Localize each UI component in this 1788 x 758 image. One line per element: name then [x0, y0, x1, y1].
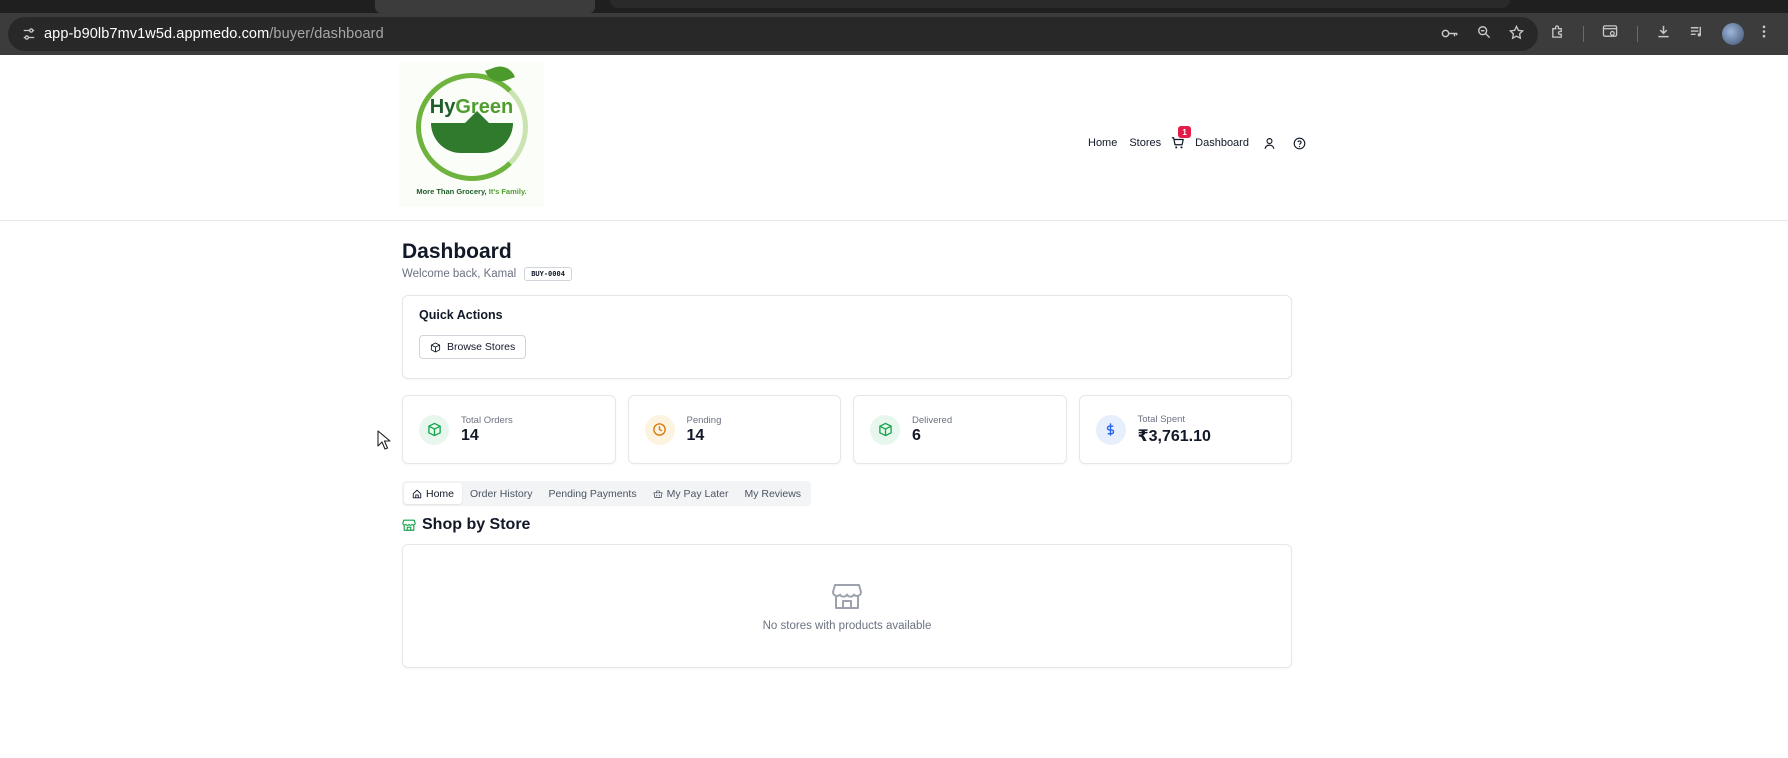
- tab-pending-payments[interactable]: Pending Payments: [540, 483, 644, 504]
- tab-search-icon[interactable]: [1602, 24, 1619, 44]
- stat-total-orders: Total Orders 14: [402, 395, 616, 464]
- tab-home[interactable]: Home: [404, 483, 463, 504]
- browse-stores-button[interactable]: Browse Stores: [419, 335, 527, 359]
- stat-total-spent: Total Spent ₹3,761.10: [1078, 395, 1292, 464]
- nav-stores-link[interactable]: Stores: [1123, 137, 1167, 149]
- tab-label: Order History: [470, 487, 533, 500]
- url-path: /buyer/dashboard: [269, 26, 384, 42]
- hygreen-logo[interactable]: HyGreen More Than Grocery, It's Family.: [399, 62, 544, 207]
- tab-order-history[interactable]: Order History: [462, 483, 540, 504]
- dashboard-tabs: Home Order History Pending Payments My P…: [402, 481, 812, 506]
- toolbar-separator: [1637, 26, 1638, 42]
- logo-tagline: More Than Grocery, It's Family.: [416, 187, 527, 196]
- package-icon: [878, 422, 892, 437]
- browser-tab-strip: [0, 0, 1788, 13]
- stat-value: 14: [461, 426, 479, 444]
- tab-label: Home: [426, 487, 455, 500]
- stat-label: Pending: [686, 414, 722, 426]
- zoom-icon[interactable]: [1477, 25, 1491, 43]
- nav-dashboard-link[interactable]: Dashboard: [1189, 137, 1255, 149]
- address-bar[interactable]: app-b90lb7mv1w5d.appmedo.com/buyer/dashb…: [8, 17, 1538, 51]
- stat-value: 6: [912, 426, 921, 444]
- site-settings-icon[interactable]: [14, 27, 44, 41]
- cart-icon: [1172, 137, 1185, 149]
- browse-stores-label: Browse Stores: [447, 341, 516, 353]
- package-icon: [427, 422, 441, 437]
- stores-empty-state: No stores with products available: [402, 544, 1292, 668]
- stat-icon-circle: [419, 414, 449, 445]
- home-icon: [412, 489, 422, 498]
- tab-my-reviews[interactable]: My Reviews: [736, 483, 809, 504]
- browser-toolbar: app-b90lb7mv1w5d.appmedo.com/buyer/dashb…: [0, 13, 1788, 55]
- help-circle-icon: [1294, 137, 1306, 149]
- stats-row: Total Orders 14 Pending 14 Delivered 6 T…: [402, 395, 1292, 464]
- dashboard-main: Dashboard Welcome back, Kamal BUY-0004 Q…: [402, 240, 1292, 668]
- clock-icon: [653, 423, 666, 436]
- mouse-cursor-icon: [377, 430, 391, 450]
- help-button[interactable]: [1285, 137, 1315, 150]
- store-icon: [832, 584, 862, 609]
- shop-by-store-title: Shop by Store: [422, 516, 531, 533]
- shop-by-store-heading: Shop by Store: [402, 516, 1292, 534]
- stat-icon-circle: [1095, 414, 1126, 445]
- user-icon: [1264, 137, 1275, 149]
- stat-value: ₹3,761.10: [1137, 427, 1211, 445]
- leaf-icon: [484, 62, 515, 86]
- package-icon: [430, 342, 441, 352]
- profile-avatar[interactable]: [1722, 23, 1744, 45]
- stat-label: Total Orders: [461, 414, 513, 426]
- extensions-icon[interactable]: [1550, 24, 1565, 44]
- bookmark-star-icon[interactable]: [1508, 24, 1525, 44]
- url-host: app-b90lb7mv1w5d.appmedo.com: [44, 26, 270, 42]
- cart-count-badge: 1: [1178, 126, 1192, 138]
- url-text[interactable]: app-b90lb7mv1w5d.appmedo.com/buyer/dashb…: [44, 26, 384, 42]
- browser-tab[interactable]: [610, 0, 1510, 8]
- stat-pending: Pending 14: [627, 395, 841, 464]
- site-header: HyGreen More Than Grocery, It's Family. …: [0, 55, 1788, 221]
- stat-label: Total Spent: [1137, 413, 1186, 425]
- dollar-icon: [1106, 423, 1115, 436]
- toolbar-separator: [1583, 26, 1584, 42]
- stat-label: Delivered: [912, 414, 953, 426]
- password-key-icon[interactable]: [1441, 26, 1459, 43]
- empty-state-text: No stores with products available: [762, 620, 932, 632]
- stat-delivered: Delivered 6: [853, 395, 1067, 464]
- tab-my-pay-later[interactable]: My Pay Later: [645, 483, 737, 504]
- page-title: Dashboard: [402, 240, 512, 263]
- quick-actions-card: Quick Actions Browse Stores: [402, 295, 1292, 379]
- tab-label: My Reviews: [744, 487, 802, 500]
- stat-icon-circle: [644, 414, 675, 445]
- account-button[interactable]: [1255, 137, 1285, 150]
- tab-label: My Pay Later: [666, 487, 729, 500]
- logo-ring: HyGreen: [415, 62, 528, 181]
- basket-icon: [653, 489, 663, 498]
- nav-home-link[interactable]: Home: [1082, 137, 1123, 149]
- download-icon[interactable]: [1656, 24, 1671, 44]
- chrome-menu-icon[interactable]: [1762, 24, 1766, 44]
- cart-button[interactable]: 1: [1167, 126, 1192, 150]
- tab-label: Pending Payments: [548, 487, 637, 500]
- quick-actions-title: Quick Actions: [419, 308, 503, 322]
- welcome-text: Welcome back, Kamal: [402, 268, 517, 280]
- media-controls-icon[interactable]: [1689, 24, 1704, 44]
- store-icon: [402, 519, 416, 531]
- stat-icon-circle: [870, 414, 900, 445]
- welcome-row: Welcome back, Kamal BUY-0004: [402, 267, 1292, 281]
- stat-value: 14: [686, 426, 705, 444]
- buyer-id-badge: BUY-0004: [524, 267, 572, 281]
- main-nav: Home Stores 1 Dashboard: [1082, 126, 1315, 158]
- browser-tab-active[interactable]: [375, 0, 595, 13]
- logo-scene-graphic: [430, 111, 513, 153]
